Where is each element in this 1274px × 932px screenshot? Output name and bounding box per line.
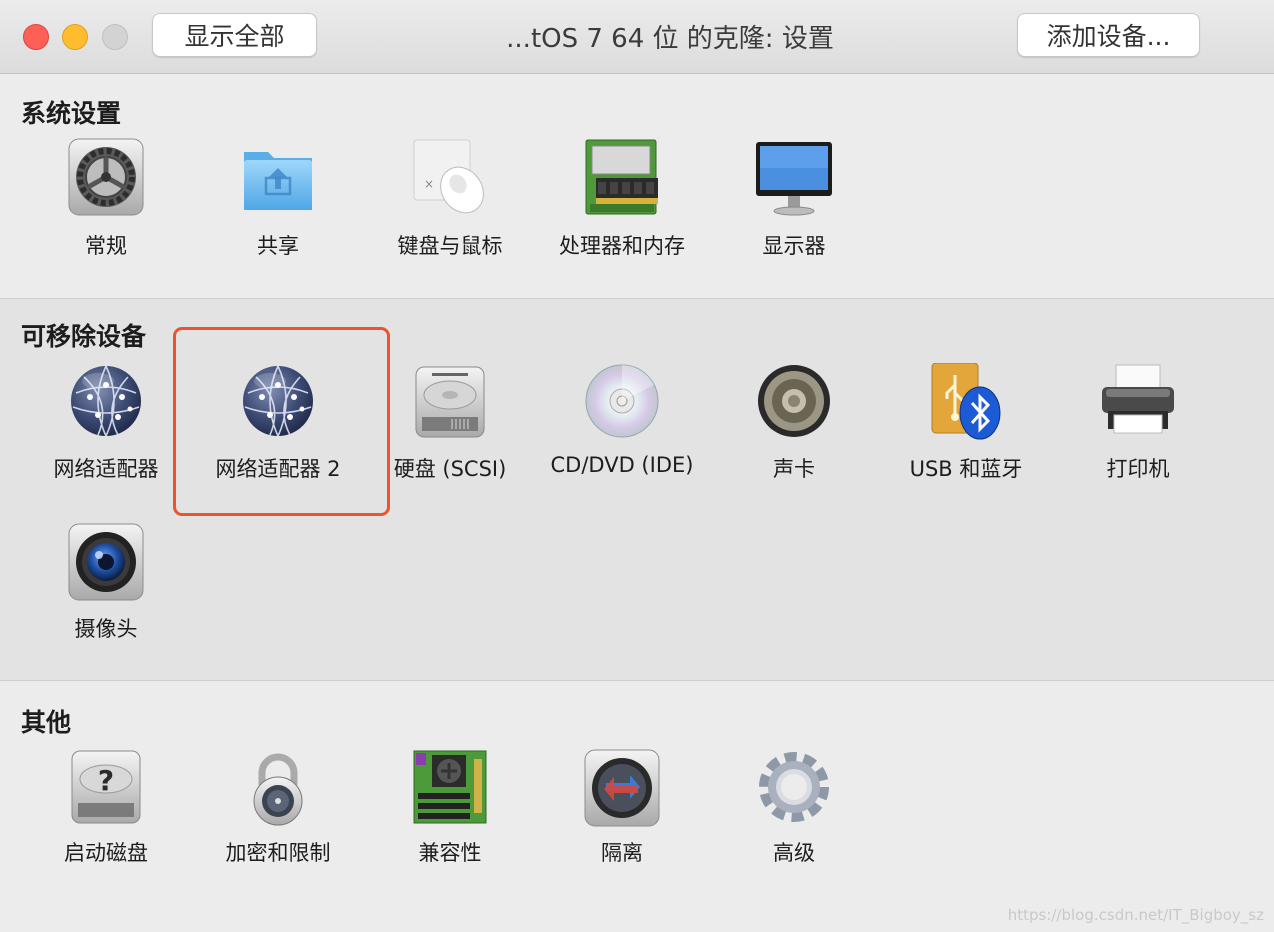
zoom-window-button [102,24,128,50]
advanced-label: 高级 [773,841,815,865]
advanced-gear-icon [759,752,829,822]
keyboard-mouse-label: 键盘与鼠标 [397,234,503,258]
isolation-item[interactable]: 隔离 [536,749,708,869]
usb-bluetooth-item[interactable]: USB 和蓝牙 [880,363,1052,483]
sound-card-item[interactable]: 声卡 [708,363,880,483]
camera-label: 摄像头 [74,617,138,641]
camera-item[interactable]: 摄像头 [20,523,192,643]
keyboard-mouse-icon: × [413,139,484,214]
processor-memory-label: 处理器和内存 [559,234,685,258]
sharing-label: 共享 [257,234,299,258]
startup-disk-item[interactable]: ? 启动磁盘 [20,749,192,869]
network-adapter-item[interactable]: 网络适配器 [20,363,192,483]
window-titlebar: 显示全部 ...tOS 7 64 位 的克隆: 设置 添加设备... [0,0,1274,74]
cd-dvd-item[interactable]: CD/DVD (IDE) [536,363,708,483]
window-title: ...tOS 7 64 位 的克隆: 设置 [506,24,834,54]
startup-disk-label: 启动磁盘 [64,841,148,865]
advanced-item[interactable]: 高级 [708,749,880,869]
display-item[interactable]: 显示器 [708,138,880,258]
selection-highlight [173,327,390,516]
usb-bluetooth-icon [931,363,1001,440]
speaker-icon [758,365,830,437]
compatibility-item[interactable]: 兼容性 [364,749,536,869]
usb-bluetooth-label: USB 和蓝牙 [909,457,1023,481]
add-device-button[interactable]: 添加设备... [1017,13,1200,57]
processor-memory-item[interactable]: 处理器和内存 [536,138,708,258]
sound-card-label: 声卡 [773,457,815,481]
lock-icon [253,753,303,826]
watermark: https://blog.csdn.net/IT_Bigboy_sz [1007,906,1264,924]
general-item[interactable]: 常规 [20,138,192,258]
encryption-label: 加密和限制 [225,841,331,865]
display-icon [756,142,832,216]
minimize-window-button[interactable] [62,24,88,50]
sharing-item[interactable]: 共享 [192,138,364,258]
camera-icon [68,523,144,601]
printer-item[interactable]: 打印机 [1052,363,1224,483]
cd-dvd-icon [585,364,659,438]
show-all-button[interactable]: 显示全部 [152,13,317,57]
system-settings-title: 系统设置 [21,99,122,128]
isolation-icon [584,749,660,827]
isolation-label: 隔离 [601,841,643,865]
network-globe-icon [70,365,142,437]
printer-label: 打印机 [1106,457,1170,481]
startup-disk-icon: ? [71,750,141,824]
printer-icon [1102,364,1174,434]
keyboard-mouse-item[interactable]: × 键盘与鼠标 [364,138,536,258]
removable-devices-title: 可移除设备 [21,322,147,351]
other-section: 其他 ? 启动磁盘 加密和限制 兼容性 隔离 高级 [0,681,1274,932]
other-title: 其他 [21,708,72,737]
cd-dvd-label: CD/DVD (IDE) [550,453,694,477]
general-label: 常规 [85,234,127,258]
close-window-button[interactable] [23,24,49,50]
svg-text:?: ? [98,764,114,797]
hard-disk-icon [415,366,485,438]
processor-memory-icon [585,139,658,215]
compatibility-label: 兼容性 [418,841,482,865]
display-label: 显示器 [762,234,826,258]
encryption-item[interactable]: 加密和限制 [192,749,364,869]
system-settings-section: 系统设置 常规 共享 × 键盘与鼠标 处理器和内存 显示器 [0,74,1274,299]
general-gear-icon [68,138,144,216]
svg-text:×: × [424,177,434,191]
shared-folder-icon [244,152,312,210]
motherboard-icon [413,750,487,824]
